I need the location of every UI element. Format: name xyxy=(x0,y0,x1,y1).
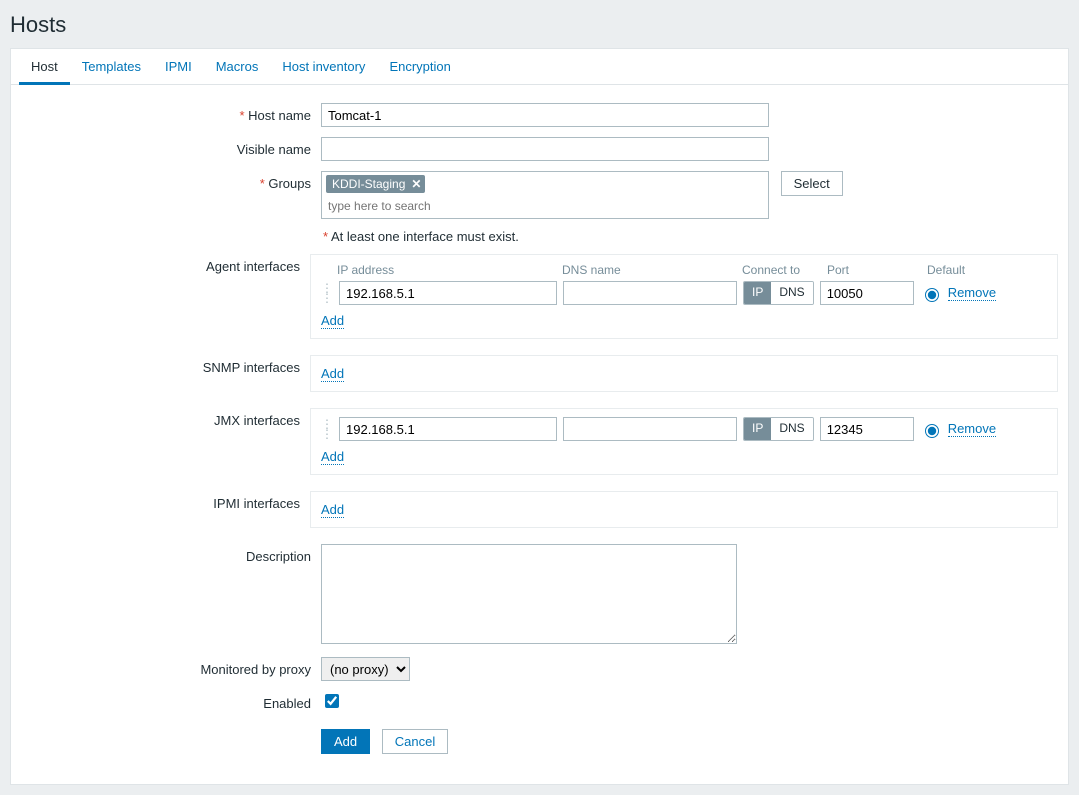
jmx-ip-input[interactable] xyxy=(339,417,557,441)
label-description: Description xyxy=(21,544,321,564)
jmx-port-input[interactable] xyxy=(820,417,914,441)
col-header-conn: Connect to xyxy=(742,263,827,277)
agent-ip-input[interactable] xyxy=(339,281,557,305)
snmp-add-link[interactable]: Add xyxy=(321,366,344,382)
label-snmp-interfaces: SNMP interfaces xyxy=(21,355,310,375)
tab-encryption[interactable]: Encryption xyxy=(377,49,462,85)
jmx-add-link[interactable]: Add xyxy=(321,449,344,465)
agent-default-radio[interactable] xyxy=(925,288,939,302)
agent-interface-row: ⋮⋮⋮⋮ IP DNS Remove xyxy=(321,281,1047,305)
ipmi-interfaces-block: Add xyxy=(310,491,1058,528)
agent-connect-ip[interactable]: IP xyxy=(744,282,771,304)
tab-host[interactable]: Host xyxy=(19,49,70,85)
snmp-interfaces-block: Add xyxy=(310,355,1058,392)
label-groups: Groups xyxy=(21,171,321,191)
label-host-name: Host name xyxy=(21,103,321,123)
tab-macros[interactable]: Macros xyxy=(204,49,271,85)
group-tag: KDDI-Staging ✕ xyxy=(326,175,425,193)
cancel-button[interactable]: Cancel xyxy=(382,729,448,754)
jmx-connect-dns[interactable]: DNS xyxy=(771,418,812,440)
label-ipmi-interfaces: IPMI interfaces xyxy=(21,491,310,511)
host-form-panel: Host Templates IPMI Macros Host inventor… xyxy=(10,48,1069,785)
form-body: Host name Visible name Groups KDDI-Stagi… xyxy=(11,85,1068,784)
tab-templates[interactable]: Templates xyxy=(70,49,153,85)
tabs: Host Templates IPMI Macros Host inventor… xyxy=(11,49,1068,85)
jmx-connect-ip[interactable]: IP xyxy=(744,418,771,440)
agent-connect-dns[interactable]: DNS xyxy=(771,282,812,304)
drag-handle-icon[interactable]: ⋮⋮⋮⋮ xyxy=(321,283,333,303)
ipmi-add-link[interactable]: Add xyxy=(321,502,344,518)
label-visible-name: Visible name xyxy=(21,137,321,157)
interface-required-note: * At least one interface must exist. xyxy=(321,219,1058,244)
col-header-port: Port xyxy=(827,263,927,277)
jmx-default-radio[interactable] xyxy=(925,424,939,438)
group-tag-label: KDDI-Staging xyxy=(332,177,405,191)
col-header-dns: DNS name xyxy=(562,263,742,277)
tab-ipmi[interactable]: IPMI xyxy=(153,49,204,85)
visible-name-input[interactable] xyxy=(321,137,769,161)
agent-interfaces-block: IP address DNS name Connect to Port Defa… xyxy=(310,254,1058,339)
agent-connect-toggle[interactable]: IP DNS xyxy=(743,281,814,305)
enabled-checkbox[interactable] xyxy=(325,694,339,708)
col-header-def: Default xyxy=(927,263,997,277)
agent-remove-link[interactable]: Remove xyxy=(948,285,996,301)
groups-select-button[interactable]: Select xyxy=(781,171,843,196)
col-header-ip: IP address xyxy=(337,263,562,277)
jmx-connect-toggle[interactable]: IP DNS xyxy=(743,417,814,441)
label-monitored-by-proxy: Monitored by proxy xyxy=(21,657,321,677)
agent-dns-input[interactable] xyxy=(563,281,737,305)
host-name-input[interactable] xyxy=(321,103,769,127)
jmx-interfaces-block: ⋮⋮⋮⋮ IP DNS Remove Add xyxy=(310,408,1058,475)
group-tag-remove-icon[interactable]: ✕ xyxy=(411,177,421,191)
page-title: Hosts xyxy=(0,0,1079,48)
proxy-select[interactable]: (no proxy) xyxy=(321,657,410,681)
add-button[interactable]: Add xyxy=(321,729,370,754)
label-jmx-interfaces: JMX interfaces xyxy=(21,408,310,428)
label-agent-interfaces: Agent interfaces xyxy=(21,254,310,274)
agent-port-input[interactable] xyxy=(820,281,914,305)
jmx-remove-link[interactable]: Remove xyxy=(948,421,996,437)
jmx-interface-row: ⋮⋮⋮⋮ IP DNS Remove xyxy=(321,417,1047,441)
drag-handle-icon[interactable]: ⋮⋮⋮⋮ xyxy=(321,419,333,439)
groups-search-input[interactable] xyxy=(326,196,764,215)
jmx-dns-input[interactable] xyxy=(563,417,737,441)
description-textarea[interactable] xyxy=(321,544,737,644)
tab-host-inventory[interactable]: Host inventory xyxy=(270,49,377,85)
groups-multiselect[interactable]: KDDI-Staging ✕ xyxy=(321,171,769,219)
label-enabled: Enabled xyxy=(21,691,321,711)
agent-add-link[interactable]: Add xyxy=(321,313,344,329)
